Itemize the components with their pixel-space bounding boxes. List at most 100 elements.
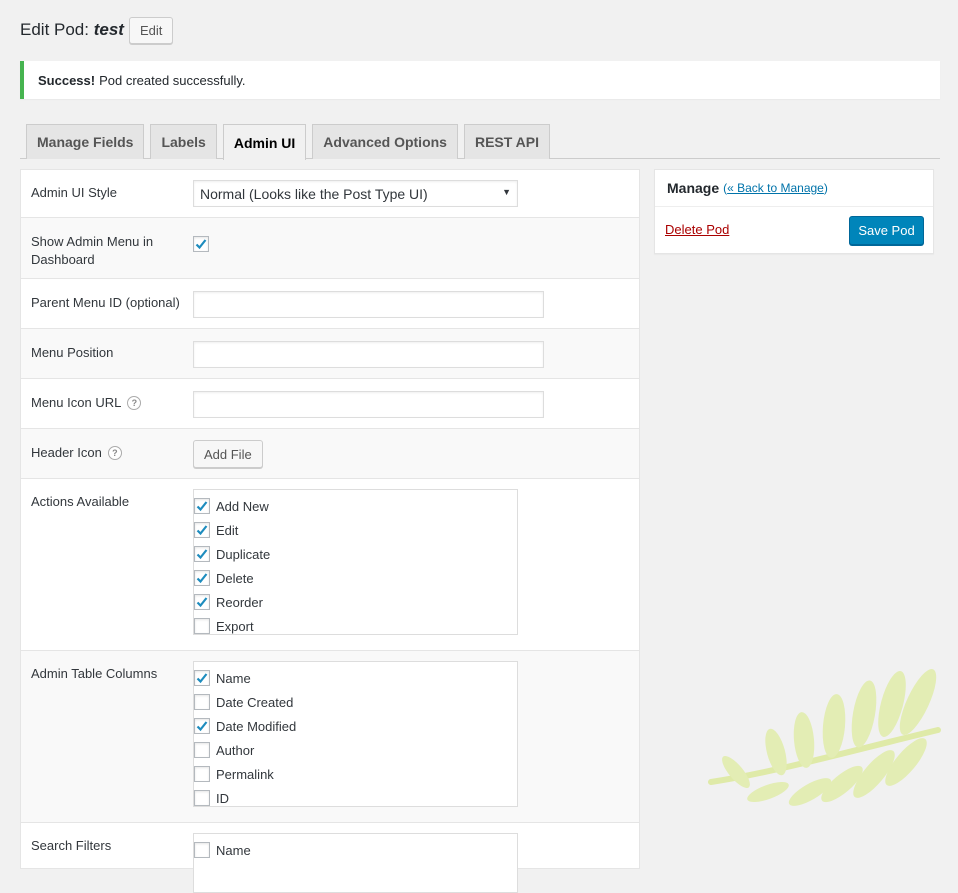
notice-strong: Success! [38, 72, 96, 88]
option-row-admin-table-columns: Admin Table Columns Name Date Created Da… [21, 651, 639, 823]
edit-pod-name-button[interactable]: Edit [128, 16, 174, 44]
manage-box: Manage (« Back to Manage) Delete Pod Sav… [654, 169, 934, 254]
parent-menu-id-input[interactable] [193, 291, 544, 318]
checkmark-icon [196, 525, 208, 536]
menu-icon-url-label: Menu Icon URL [31, 395, 122, 410]
menu-icon-url-input[interactable] [193, 391, 544, 418]
checkbox-checked[interactable] [194, 594, 210, 610]
option-row-menu-icon-url: Menu Icon URL ? [21, 379, 639, 429]
check-item-label: Delete [216, 570, 254, 586]
list-item[interactable]: Edit [194, 518, 517, 542]
check-item-label: Date Created [216, 694, 294, 710]
checkbox-unchecked[interactable] [194, 742, 210, 758]
checkbox-unchecked[interactable] [194, 618, 210, 634]
check-item-label: Date Modified [216, 718, 297, 734]
checkmark-icon [196, 549, 208, 560]
option-row-menu-position: Menu Position [21, 329, 639, 379]
menu-position-input[interactable] [193, 341, 544, 368]
checkbox-unchecked[interactable] [194, 842, 210, 858]
show-admin-menu-checkbox[interactable] [193, 236, 209, 252]
checkmark-icon [196, 721, 208, 732]
admin-ui-style-select[interactable]: Normal (Looks like the Post Type UI) ▼ [193, 180, 518, 207]
option-row-search-filters: Search Filters Name [21, 823, 639, 893]
list-item[interactable]: Permalink [194, 762, 517, 786]
notice-message: Pod created successfully. [99, 72, 246, 88]
menu-position-label: Menu Position [31, 345, 114, 360]
check-item-label: Add New [216, 498, 269, 514]
checkmark-icon [196, 573, 208, 584]
header-icon-label-wrap: Header Icon ? [31, 444, 191, 462]
success-notice: Success! Pod created successfully. [20, 61, 940, 99]
manage-heading: Manage [667, 180, 720, 196]
check-item-label: Author [216, 742, 255, 758]
leaf-branch-decoration [708, 669, 941, 806]
list-item[interactable]: Duplicate [194, 542, 517, 566]
save-pod-button[interactable]: Save Pod [849, 216, 924, 245]
list-item[interactable]: Date Modified [194, 714, 517, 738]
check-item-label: Duplicate [216, 546, 271, 562]
show-admin-menu-label: Show Admin Menu in Dashboard [31, 234, 154, 267]
check-item-label: Edit [216, 522, 239, 538]
page-title: Edit Pod: test [20, 20, 124, 40]
page-header: Edit Pod: test Edit [20, 16, 174, 44]
checkbox-checked[interactable] [194, 670, 210, 686]
list-item[interactable]: Author [194, 738, 517, 762]
checkbox-checked[interactable] [194, 546, 210, 562]
tab-admin-ui[interactable]: Admin UI [222, 124, 307, 160]
check-item-label: Name [216, 670, 251, 686]
list-item[interactable]: Delete [194, 566, 517, 590]
admin-ui-style-label: Admin UI Style [31, 185, 117, 200]
list-item[interactable]: ID [194, 786, 517, 810]
back-to-manage-wrap: (« Back to Manage) [723, 181, 828, 195]
search-filters-checklist: Name [193, 833, 518, 893]
add-file-button[interactable]: Add File [193, 440, 263, 468]
option-row-show-admin-menu: Show Admin Menu in Dashboard [21, 218, 639, 279]
admin-ui-style-value: Normal (Looks like the Post Type UI) [200, 185, 428, 202]
search-filters-label: Search Filters [31, 838, 112, 853]
checkbox-unchecked[interactable] [194, 790, 210, 806]
pod-name: test [93, 20, 124, 39]
menu-icon-url-label-wrap: Menu Icon URL ? [31, 394, 191, 412]
delete-pod-link[interactable]: Delete Pod [665, 222, 729, 237]
tab-manage-fields[interactable]: Manage Fields [26, 124, 145, 159]
checkmark-icon [196, 673, 208, 684]
help-icon[interactable]: ? [107, 446, 122, 460]
option-row-actions-available: Actions Available Add New Edit Duplicate… [21, 479, 639, 651]
actions-available-label: Actions Available [31, 494, 130, 509]
option-row-admin-ui-style: Admin UI Style Normal (Looks like the Po… [21, 170, 639, 218]
list-item[interactable]: Add New [194, 494, 517, 518]
actions-available-checklist: Add New Edit Duplicate Delete Reorder Ex… [193, 489, 518, 635]
list-item[interactable]: Date Created [194, 690, 517, 714]
check-item-label: Reorder [216, 594, 263, 610]
list-item[interactable]: Reorder [194, 590, 517, 614]
manage-box-header: Manage (« Back to Manage) [655, 170, 933, 207]
tab-advanced-options[interactable]: Advanced Options [312, 124, 458, 159]
list-item[interactable]: Name [194, 838, 517, 862]
checkmark-icon [196, 597, 208, 608]
option-row-parent-menu-id: Parent Menu ID (optional) [21, 279, 639, 329]
page-title-prefix: Edit Pod: [20, 20, 89, 39]
option-row-header-icon: Header Icon ? Add File [21, 429, 639, 479]
check-item-label: Permalink [216, 766, 274, 782]
header-icon-label: Header Icon [31, 445, 102, 460]
list-item[interactable]: Name [194, 666, 517, 690]
checkmark-icon [196, 501, 208, 512]
checkbox-unchecked[interactable] [194, 766, 210, 782]
help-icon[interactable]: ? [127, 396, 142, 410]
admin-table-columns-label: Admin Table Columns [31, 666, 158, 681]
check-item-label: Name [216, 842, 251, 858]
chevron-down-icon: ▼ [502, 187, 511, 197]
checkbox-checked[interactable] [194, 498, 210, 514]
admin-table-columns-checklist: Name Date Created Date Modified Author P… [193, 661, 518, 807]
tab-labels[interactable]: Labels [150, 124, 217, 159]
back-to-manage-link[interactable]: « Back to Manage [727, 181, 824, 195]
tab-bar: Manage Fields Labels Admin UI Advanced O… [20, 124, 940, 160]
tab-rest-api[interactable]: REST API [463, 124, 551, 159]
list-item[interactable]: Export [194, 614, 517, 638]
checkbox-checked[interactable] [194, 570, 210, 586]
checkbox-checked[interactable] [194, 718, 210, 734]
checkbox-checked[interactable] [194, 522, 210, 538]
checkbox-unchecked[interactable] [194, 694, 210, 710]
check-item-label: ID [216, 790, 229, 806]
checkmark-icon [195, 239, 207, 250]
